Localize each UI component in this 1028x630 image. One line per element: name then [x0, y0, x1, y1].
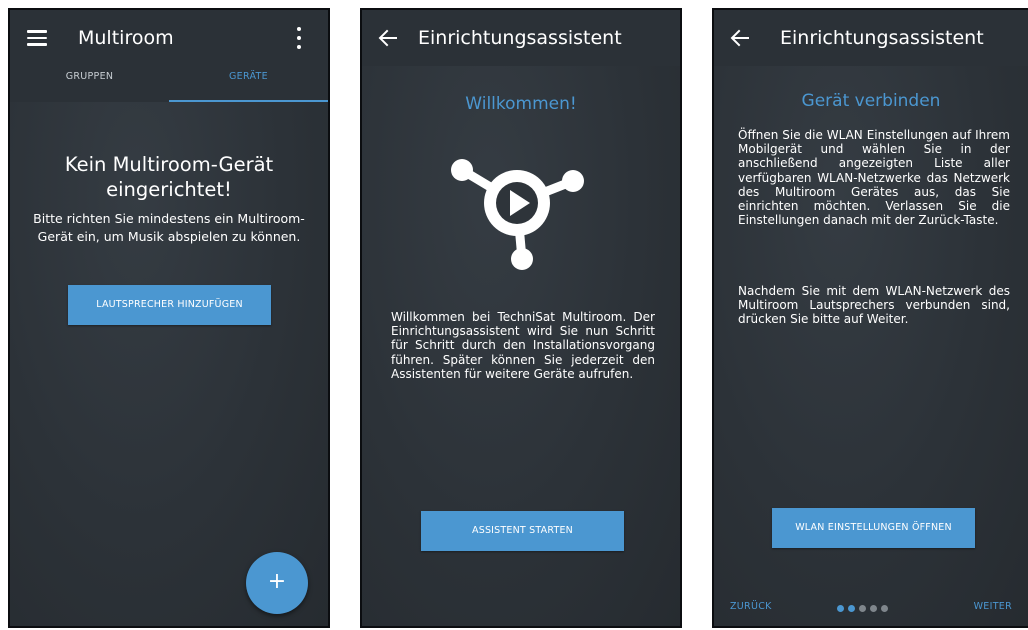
- multiroom-screen: Multiroom GRUPPEN GERÄTE Kein Multiroom-…: [8, 8, 330, 628]
- menu-icon[interactable]: [27, 30, 47, 46]
- tab-groups[interactable]: GRUPPEN: [10, 66, 169, 102]
- start-assistant-button[interactable]: ASSISTENT STARTEN: [421, 511, 624, 551]
- app-bar: Einrichtungsassistent: [362, 10, 680, 66]
- app-title: Multiroom: [78, 27, 174, 49]
- app-bar: Einrichtungsassistent: [714, 10, 1028, 66]
- back-link[interactable]: ZURÜCK: [730, 601, 772, 612]
- tab-devices[interactable]: GERÄTE: [169, 66, 328, 102]
- progress-dots: [837, 605, 892, 613]
- connect-device-screen: Einrichtungsassistent Gerät verbinden Öf…: [712, 8, 1028, 628]
- next-link[interactable]: WEITER: [974, 601, 1012, 612]
- progress-dot: [837, 605, 844, 612]
- more-vert-icon[interactable]: [296, 27, 302, 49]
- progress-dot: [859, 605, 866, 612]
- multiroom-logo-icon: [451, 159, 584, 270]
- wizard-footer: ZURÜCK WEITER: [714, 590, 1028, 626]
- progress-dot: [870, 605, 877, 612]
- progress-dot: [881, 605, 888, 612]
- tab-indicator: [169, 100, 328, 102]
- empty-state-title: Kein Multiroom-Gerät eingerichtet!: [64, 153, 274, 201]
- welcome-screen: Einrichtungsassistent Willkommen! Willko…: [360, 8, 682, 628]
- app-bar: Multiroom: [10, 10, 328, 66]
- back-arrow-icon[interactable]: [728, 26, 752, 50]
- instruction-text: Öffnen Sie die WLAN Einstellungen auf Ih…: [738, 128, 1010, 228]
- add-fab-button[interactable]: +: [246, 552, 308, 614]
- add-speaker-button[interactable]: LAUTSPRECHER HINZUFÜGEN: [68, 285, 271, 325]
- open-wlan-settings-button[interactable]: WLAN EINSTELLUNGEN ÖFFNEN: [772, 508, 975, 548]
- app-title: Einrichtungsassistent: [780, 27, 984, 49]
- tab-bar: GRUPPEN GERÄTE: [10, 66, 328, 102]
- connect-heading: Gerät verbinden: [801, 91, 941, 111]
- app-title: Einrichtungsassistent: [418, 27, 622, 49]
- empty-state-description: Bitte richten Sie mindestens ein Multiro…: [33, 211, 305, 244]
- back-arrow-icon[interactable]: [376, 26, 400, 50]
- welcome-text: Willkommen bei TechniSat Multiroom. Der …: [391, 310, 655, 381]
- instruction-text-followup: Nachdem Sie mit dem WLAN-Netzwerk des Mu…: [738, 284, 1010, 327]
- welcome-heading: Willkommen!: [465, 94, 577, 114]
- progress-dot: [848, 605, 855, 612]
